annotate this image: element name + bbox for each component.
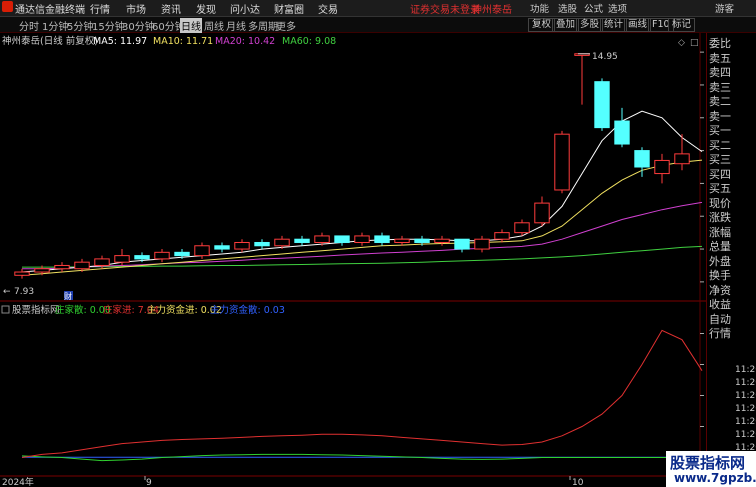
candle-body: [254, 241, 270, 247]
period-daily[interactable]: 日线: [180, 18, 202, 33]
ma5-label: MA5: 11.97: [93, 36, 147, 47]
candle-body: [514, 222, 530, 234]
btn-fuquan[interactable]: 复权: [528, 18, 556, 32]
finance-marker-label: 财: [64, 291, 72, 301]
candle-body: [314, 235, 330, 243]
trade-time: 11:26: [735, 391, 756, 401]
login-notice[interactable]: 证券交易未登录: [410, 1, 480, 16]
quote-field-label: 行情: [709, 327, 731, 340]
candle-body: [594, 81, 610, 129]
menu-xuanxiang[interactable]: 选项: [608, 1, 627, 15]
candle-body: [294, 238, 310, 243]
ma60-label: MA60: 9.08: [282, 36, 336, 47]
low-arrow-icon: ←: [3, 287, 11, 297]
menu-wenxiaoda[interactable]: 问小达: [230, 1, 260, 16]
candle-body: [634, 150, 650, 168]
candle-body: [354, 235, 370, 243]
indicator-lines: [21, 329, 703, 462]
candle-body: [494, 232, 510, 240]
period-monthly[interactable]: 月线: [225, 18, 247, 33]
candle-body: [274, 238, 290, 247]
period-more[interactable]: 更多: [275, 18, 297, 33]
trade-time: 11:26: [735, 378, 756, 388]
trade-time: 11:26: [735, 417, 756, 427]
candle-body: [674, 153, 690, 165]
candle-body: [134, 255, 150, 260]
btn-huaxian[interactable]: 画线: [624, 18, 652, 32]
indicator-toggle-icon[interactable]: [1, 305, 10, 314]
candle-body: [414, 238, 430, 243]
candle-body: [174, 251, 190, 257]
menu-caifuquan[interactable]: 财富圈: [274, 1, 304, 16]
candle-body: [374, 235, 390, 243]
candles: [14, 53, 690, 279]
quote-side-panel: 委比 卖五 卖四 卖三 卖二 卖一 买一 买二 买三 买四 买五 现价 涨跌 涨幅 总量 外盘 换手 净资 收益 自动…: [706, 33, 756, 487]
stock-tab[interactable]: 神州泰岳: [472, 1, 512, 16]
chart-expand-icon[interactable]: □: [690, 38, 699, 48]
indicator-name: 股票指标网: [12, 304, 60, 316]
candle-body: [14, 271, 30, 276]
candle-body: [194, 245, 210, 257]
candle-body: [614, 120, 630, 145]
candle-body: [234, 241, 250, 250]
guest-label[interactable]: 游客: [715, 1, 734, 15]
kline-chart[interactable]: 神州泰岳(日线 前复权) MA5: 11.97 MA10: 11.71 MA20…: [0, 33, 706, 487]
candle-body: [434, 238, 450, 243]
candle-body: [114, 255, 130, 263]
menu-xuangu[interactable]: 选股: [558, 1, 577, 15]
menu-faxian[interactable]: 发现: [196, 1, 216, 16]
btn-diejia[interactable]: 叠加: [552, 18, 580, 32]
zhuangjia_jin-line: [21, 329, 703, 458]
menu-jiaoyi[interactable]: 交易: [318, 1, 338, 16]
candle-body: [214, 245, 230, 250]
btn-biaoji[interactable]: 标记: [668, 18, 696, 32]
btn-tongji[interactable]: 统计: [600, 18, 628, 32]
period-toolbar: 分时 1分钟 5分钟 15分钟 30分钟 60分钟 日线 周线 月线 多周期 更…: [0, 17, 756, 33]
menu-zixun[interactable]: 资讯: [161, 1, 181, 16]
candle-body: [554, 133, 570, 191]
indicator-v4: 主力资金散: 0.03: [210, 304, 285, 316]
menu-hangqing[interactable]: 行情: [90, 1, 110, 16]
period-fenshi[interactable]: 分时: [18, 18, 40, 33]
ma-lines: [21, 110, 703, 276]
trade-time: 11:26: [735, 365, 756, 375]
top-menu-bar: 通达信金融终端 行情 市场 资讯 发现 问小达 财富圈 交易 证券交易未登录 神…: [0, 0, 756, 17]
candle-body: [394, 238, 410, 243]
watermark-line1: 股票指标网: [670, 454, 746, 472]
app-logo-icon: [2, 1, 13, 12]
trade-time: 11:26: [735, 430, 756, 440]
low-price-label: 7.93: [14, 287, 34, 297]
candle-body: [654, 159, 670, 175]
watermark-logo: 股票指标网 www.7gpzb.com: [666, 451, 756, 487]
trade-time: 11:26: [735, 404, 756, 414]
x-label-10: 10: [572, 478, 584, 487]
btn-duogu[interactable]: 多股: [576, 18, 604, 32]
ma20-label: MA20: 10.42: [215, 36, 275, 47]
watermark-line2: www.7gpzb.com: [674, 471, 756, 485]
x-label-9: 9: [146, 478, 152, 487]
menu-shichang[interactable]: 市场: [126, 1, 146, 16]
candle-body: [54, 264, 70, 270]
candle-body: [534, 202, 550, 224]
candle-body: [334, 235, 350, 243]
candle-body: [154, 251, 170, 260]
ma10-label: MA10: 11.71: [153, 36, 213, 47]
candle-body: [474, 238, 490, 250]
x-label-year: 2024年: [2, 476, 34, 487]
menu-gongneng[interactable]: 功能: [530, 1, 549, 15]
candle-body: [454, 238, 470, 250]
candle-body: [94, 258, 110, 266]
period-weekly[interactable]: 周线: [203, 18, 225, 33]
candle-body: [74, 261, 90, 270]
candle-body: [34, 268, 50, 273]
app-title: 通达信金融终端: [15, 5, 85, 16]
chart-settings-icon[interactable]: ◇: [678, 38, 685, 48]
menu-gongshi[interactable]: 公式: [584, 1, 603, 15]
chart-stock-title: 神州泰岳(日线 前复权): [2, 35, 98, 47]
high-price-label: 14.95: [592, 52, 618, 62]
